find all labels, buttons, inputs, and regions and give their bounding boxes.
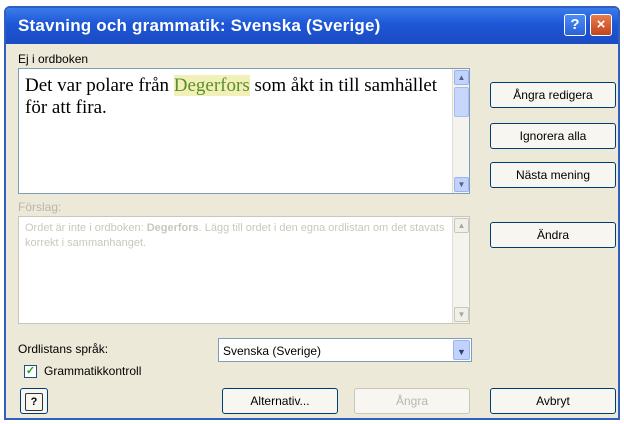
flagged-word: Degerfors [173,75,250,96]
options-button[interactable]: Alternativ... [222,388,338,414]
sentence-text: Det var polare från Degerfors som åkt in… [25,75,438,118]
next-sentence-button[interactable]: Nästa mening [490,162,616,188]
close-icon[interactable]: × [590,14,612,36]
sentence-scrollbar[interactable]: ▲ ▼ [452,69,469,193]
suggestions-label: Förslag: [18,200,62,214]
undo-button[interactable]: Ångra [354,388,470,414]
chevron-up-icon[interactable]: ▲ [454,218,469,233]
chevron-down-icon[interactable]: ▼ [454,177,469,192]
title-bar[interactable]: Stavning och grammatik: Svenska (Sverige… [6,8,618,44]
chevron-down-icon[interactable]: ▼ [454,307,469,322]
language-select[interactable]: Svenska (Sverige) ▼ [218,338,472,362]
undo-edit-button[interactable]: Ångra redigera [490,82,616,108]
chevron-down-icon[interactable]: ▼ [453,340,470,360]
change-button[interactable]: Ändra [490,222,616,248]
cancel-button[interactable]: Avbryt [490,388,616,414]
help-button[interactable]: ? [20,388,48,414]
language-value: Svenska (Sverige) [223,344,322,358]
chevron-up-icon[interactable]: ▲ [454,70,469,85]
suggestions-scrollbar[interactable]: ▲ ▼ [452,217,469,323]
help-icon: ? [25,393,43,411]
suggestions-text: Ordet är inte i ordboken: Degerfors. Läg… [25,222,445,249]
grammar-check-checkbox[interactable]: ✓ [24,365,37,378]
help-icon[interactable]: ? [564,14,586,36]
ignore-all-button[interactable]: Ignorera alla [490,123,616,149]
grammar-check-label: Grammatikkontroll [44,364,142,378]
not-in-dictionary-label: Ej i ordboken [18,52,89,66]
sentence-textbox[interactable]: Det var polare från Degerfors som åkt in… [18,68,470,194]
scroll-thumb[interactable] [454,87,469,117]
suggestions-box[interactable]: Ordet är inte i ordboken: Degerfors. Läg… [18,216,470,324]
dictionary-language-label: Ordlistans språk: [18,342,109,356]
window-title: Stavning och grammatik: Svenska (Sverige… [18,16,381,35]
spelling-grammar-dialog: Stavning och grammatik: Svenska (Sverige… [4,6,620,420]
